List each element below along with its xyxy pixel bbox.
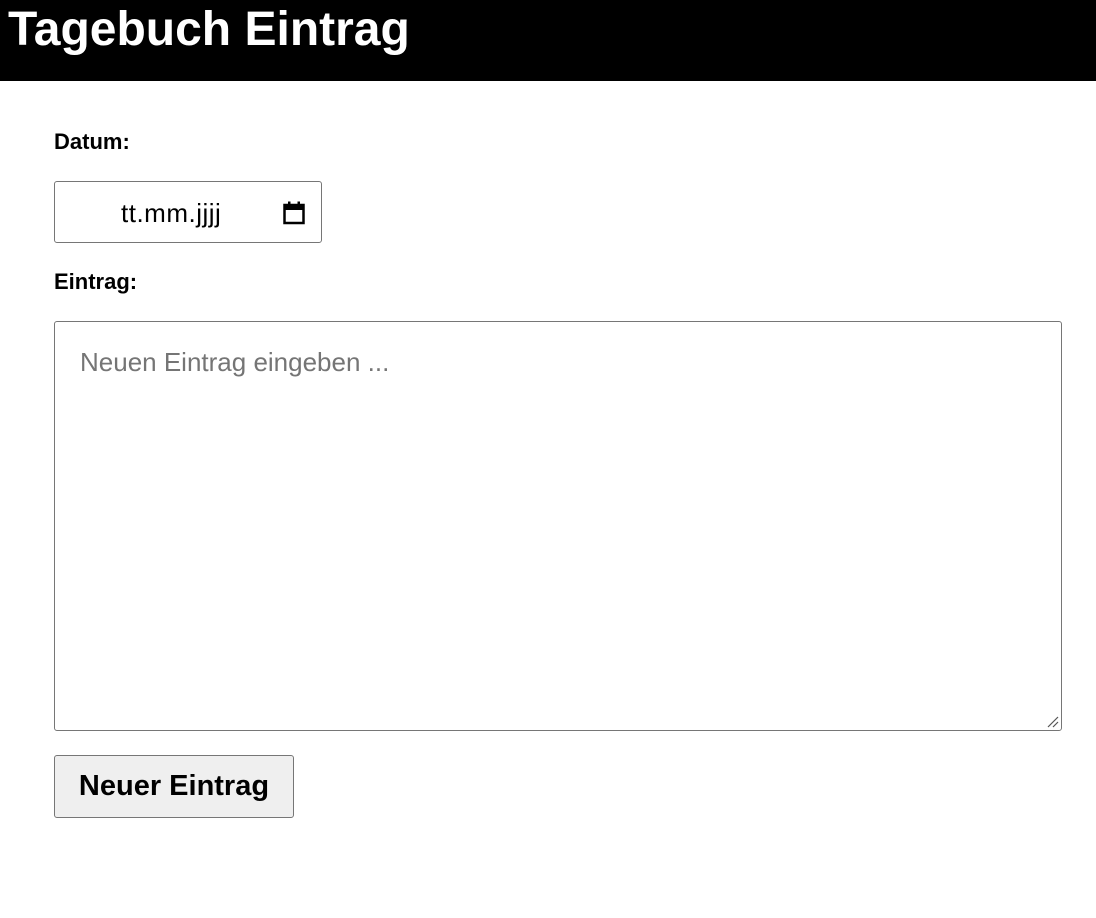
entry-placeholder: Neuen Eintrag eingeben ... [80, 347, 390, 377]
page-header: Tagebuch Eintrag [0, 0, 1096, 81]
calendar-icon[interactable] [283, 201, 305, 225]
date-placeholder: tt.mm.jjjj [121, 198, 222, 228]
page-title: Tagebuch Eintrag [8, 3, 410, 56]
entry-label: Eintrag: [54, 269, 138, 294]
date-input[interactable]: tt.mm.jjjj [54, 181, 322, 243]
resize-handle-icon[interactable] [1045, 714, 1059, 728]
date-label: Datum: [54, 129, 130, 154]
new-entry-button[interactable]: Neuer Eintrag [54, 755, 294, 818]
entry-textarea[interactable]: Neuen Eintrag eingeben ... [54, 321, 1062, 731]
